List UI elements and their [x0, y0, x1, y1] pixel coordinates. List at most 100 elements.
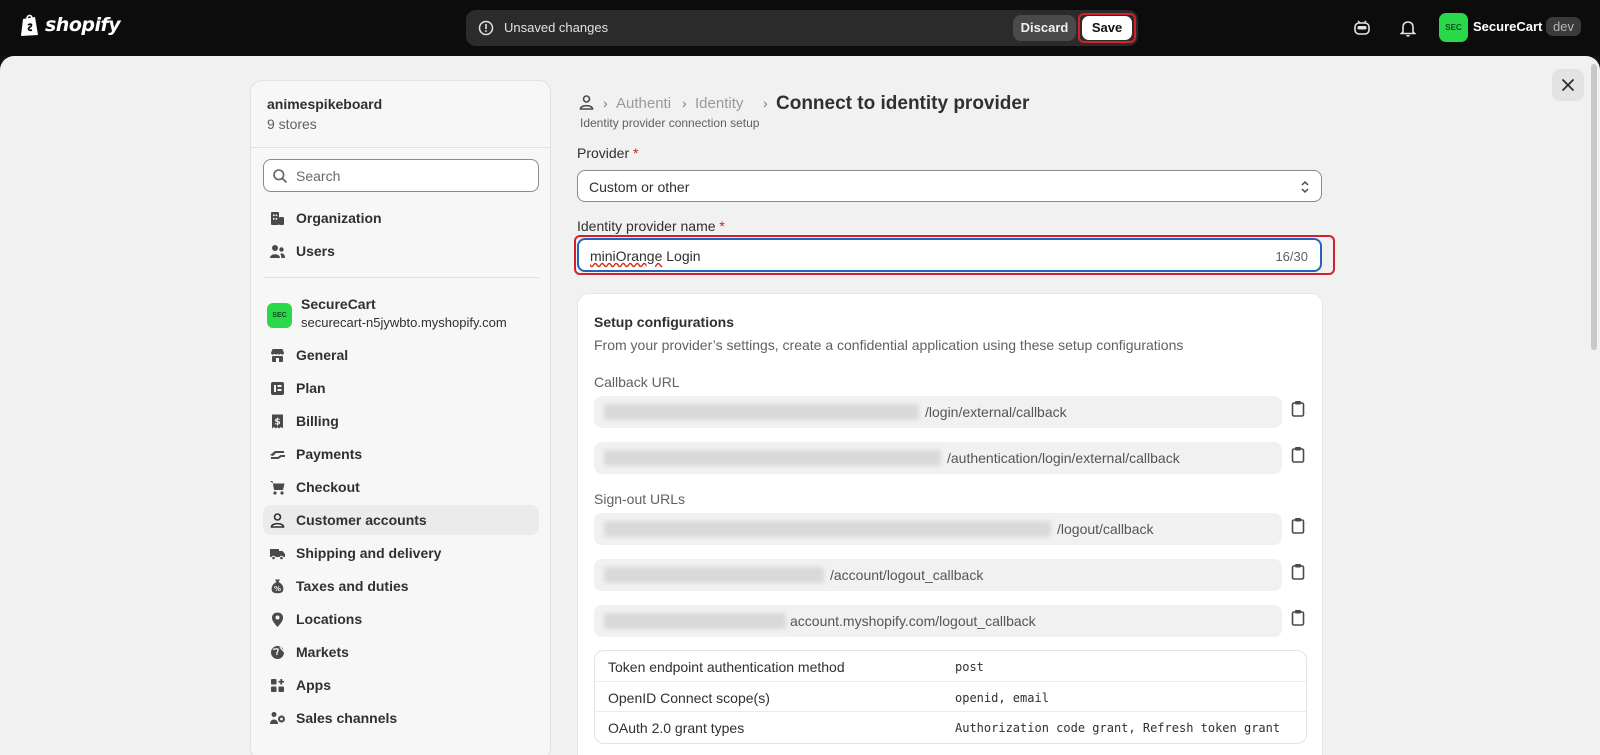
identity-provider-name-value: miniOrange Login — [590, 248, 701, 264]
chevron-right-icon: › — [603, 95, 608, 111]
sidebar-item-label: Locations — [296, 611, 363, 627]
setup-title: Setup configurations — [594, 314, 734, 330]
sidebar-item-sales-channels[interactable]: Sales channels — [263, 703, 539, 733]
redacted-url — [604, 450, 941, 466]
breadcrumb-item[interactable]: Authenti — [616, 95, 677, 112]
store-name[interactable]: SecureCart — [301, 296, 376, 312]
sidebar-item-label: Taxes and duties — [296, 578, 409, 594]
sidebar-item-checkout[interactable]: Checkout — [263, 472, 539, 502]
redacted-url — [604, 521, 1051, 537]
unsaved-changes-text: Unsaved changes — [504, 20, 609, 35]
discard-button[interactable]: Discard — [1013, 15, 1076, 41]
alert-circle-icon — [478, 20, 494, 41]
shopify-logo[interactable]: shopify — [20, 13, 121, 37]
callback-url-field[interactable]: /login/external/callback — [594, 396, 1282, 428]
users-icon — [269, 243, 286, 260]
organization-store-count: 9 stores — [267, 116, 317, 132]
sidebar-item-general[interactable]: General — [263, 340, 539, 370]
search-input[interactable] — [296, 166, 526, 186]
save-button[interactable]: Save — [1082, 16, 1132, 40]
provider-select-value: Custom or other — [589, 179, 690, 195]
sidebar-item-locations[interactable]: Locations — [263, 604, 539, 634]
organization-name[interactable]: animespikeboard — [267, 96, 382, 112]
sidebar-item-billing[interactable]: $ Billing — [263, 406, 539, 436]
breadcrumb-item[interactable]: Identity — [695, 95, 757, 112]
settings-panel: animespikeboard 9 stores Organization Us… — [0, 56, 1600, 755]
configuration-table: Token endpoint authentication method pos… — [594, 650, 1307, 744]
chevron-right-icon: › — [682, 95, 687, 111]
sidebar-item-label: Organization — [296, 210, 382, 226]
sidebar-item-shipping[interactable]: Shipping and delivery — [263, 538, 539, 568]
sidebar-item-label: General — [296, 347, 349, 363]
select-chevron-icon — [1299, 179, 1311, 200]
sidebar-item-users[interactable]: Users — [263, 236, 539, 266]
search-icon — [272, 168, 288, 189]
url-text: /authentication/login/external/callback — [947, 450, 1180, 466]
clipboard-icon[interactable] — [1290, 563, 1306, 586]
sidebar-item-label: Payments — [296, 446, 363, 462]
identity-provider-name-input[interactable]: miniOrange Login 16/30 — [577, 238, 1322, 272]
taxes-icon: % — [269, 578, 286, 595]
clipboard-icon[interactable] — [1290, 400, 1306, 423]
sales-channels-icon — [269, 710, 286, 727]
clipboard-icon[interactable] — [1290, 446, 1306, 469]
table-key: OpenID Connect scope(s) — [608, 690, 770, 706]
svg-text:$: $ — [274, 418, 280, 428]
sidebar-item-label: Plan — [296, 380, 326, 396]
url-text: /logout/callback — [1057, 521, 1154, 537]
sidekick-icon[interactable] — [1352, 18, 1372, 43]
clipboard-icon[interactable] — [1290, 609, 1306, 632]
table-row: OAuth 2.0 grant types Authorization code… — [595, 711, 1306, 741]
sidebar-item-label: Checkout — [296, 479, 360, 495]
sidebar-item-label: Markets — [296, 644, 349, 660]
divider — [251, 147, 550, 148]
signout-url-field[interactable]: /account/logout_callback — [594, 559, 1282, 591]
sidebar-item-label: Users — [296, 243, 335, 259]
contextual-save-bar: Unsaved changes Discard Save — [466, 10, 1138, 46]
sidebar-item-markets[interactable]: Markets — [263, 637, 539, 667]
sidebar-item-plan[interactable]: Plan — [263, 373, 539, 403]
store-avatar[interactable]: SEC — [1439, 13, 1468, 42]
brand-name: shopify — [45, 14, 121, 36]
plan-icon — [269, 380, 286, 397]
url-text: account.myshopify.com/logout_callback — [790, 613, 1036, 629]
sidebar-item-organization[interactable]: Organization — [263, 203, 539, 233]
truck-icon — [269, 545, 286, 562]
store-name[interactable]: SecureCart — [1473, 19, 1542, 34]
svg-text:%: % — [274, 585, 281, 593]
signout-url-field[interactable]: /logout/callback — [594, 513, 1282, 545]
organization-icon — [269, 210, 286, 227]
character-counter: 16/30 — [1275, 249, 1308, 264]
sidebar-item-payments[interactable]: Payments — [263, 439, 539, 469]
person-icon[interactable] — [578, 94, 595, 116]
apps-icon — [269, 677, 286, 694]
setup-configurations-card: Setup configurations From your provider’… — [577, 293, 1323, 755]
provider-label: Provider * — [577, 145, 639, 161]
sidebar-item-label: Sales channels — [296, 710, 398, 726]
table-key: Token endpoint authentication method — [608, 659, 845, 675]
sidebar-item-label: Shipping and delivery — [296, 545, 442, 561]
search-field[interactable] — [263, 159, 539, 192]
store-avatar: SEC — [267, 303, 292, 328]
table-key: OAuth 2.0 grant types — [608, 720, 745, 736]
provider-select[interactable]: Custom or other — [577, 170, 1322, 202]
divider — [263, 277, 539, 278]
shopify-bag-icon — [20, 13, 40, 37]
setup-description: From your provider’s settings, create a … — [594, 337, 1184, 353]
cart-icon — [269, 479, 286, 496]
close-icon — [1562, 79, 1574, 91]
signout-url-field[interactable]: account.myshopify.com/logout_callback — [594, 605, 1282, 637]
scrollbar[interactable] — [1591, 64, 1597, 350]
sidebar-item-taxes[interactable]: % Taxes and duties — [263, 571, 539, 601]
sidebar-item-label: Customer accounts — [296, 512, 427, 528]
sidebar-item-customer-accounts[interactable]: Customer accounts — [263, 505, 539, 535]
billing-icon: $ — [269, 413, 286, 430]
bell-icon[interactable] — [1398, 18, 1418, 43]
sidebar-item-apps[interactable]: Apps — [263, 670, 539, 700]
page-title: Connect to identity provider — [776, 93, 1030, 114]
signout-urls-label: Sign-out URLs — [594, 491, 686, 507]
callback-url-field[interactable]: /authentication/login/external/callback — [594, 442, 1282, 474]
close-button[interactable] — [1552, 69, 1584, 101]
clipboard-icon[interactable] — [1290, 517, 1306, 540]
redacted-url — [604, 404, 919, 420]
